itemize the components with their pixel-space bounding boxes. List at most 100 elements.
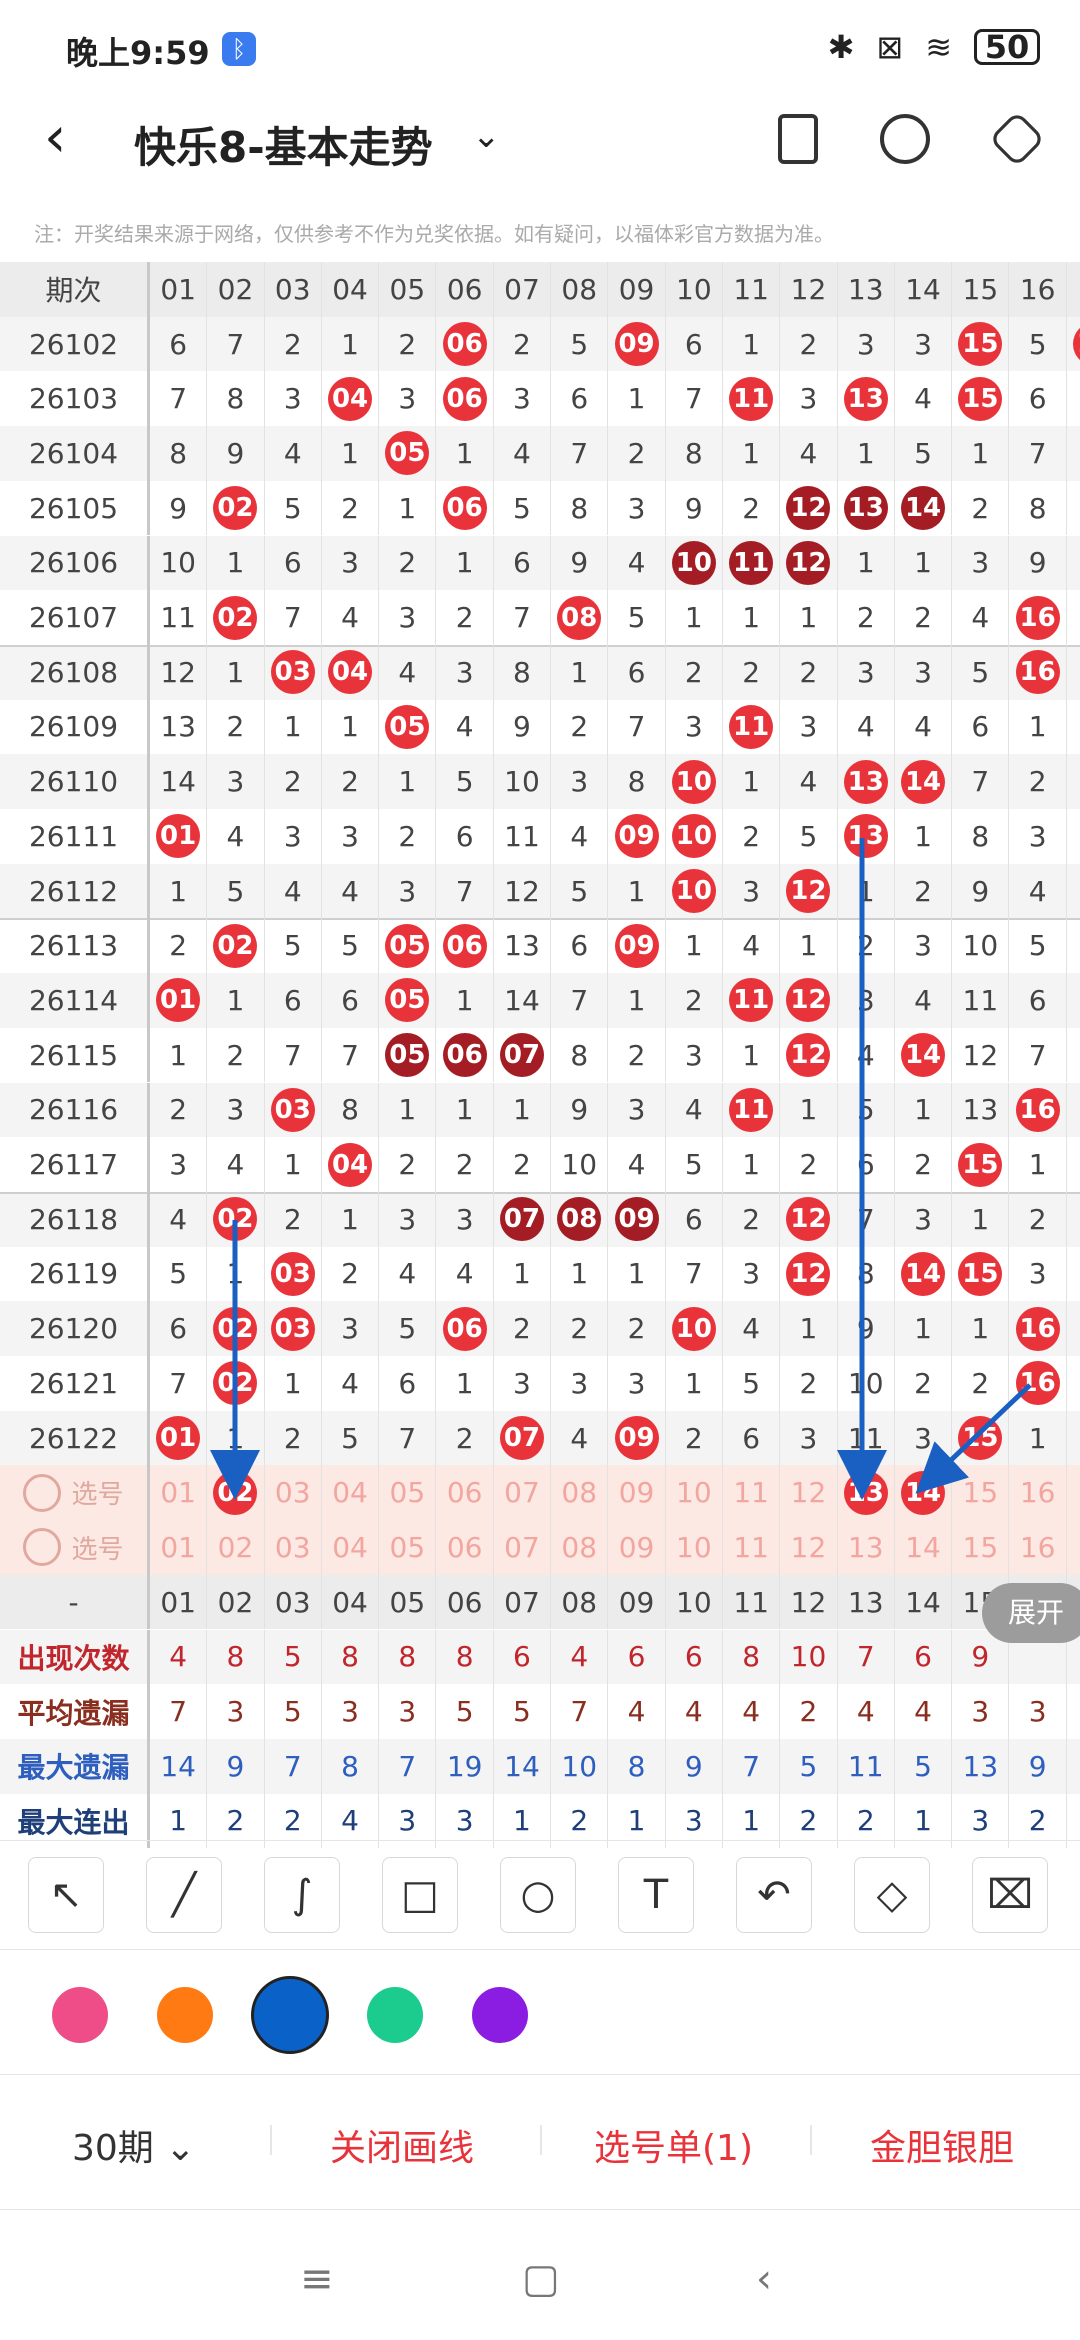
eraser-icon[interactable]: ◇ bbox=[854, 1857, 930, 1933]
table-cell: 8 bbox=[1010, 480, 1067, 536]
table-cell: 13 bbox=[838, 262, 895, 317]
color-swatch[interactable] bbox=[52, 1987, 108, 2043]
table-cell[interactable]: 15 bbox=[952, 1520, 1010, 1575]
select-label-cell[interactable]: 选号 bbox=[0, 1465, 150, 1521]
select-label-cell[interactable]: 选号 bbox=[0, 1520, 150, 1575]
chevron-down-icon[interactable]: ⌄ bbox=[472, 116, 501, 156]
table-cell[interactable]: 05 bbox=[379, 1465, 437, 1521]
table-cell: 6 bbox=[494, 535, 552, 591]
table-cell: 6 bbox=[608, 644, 666, 700]
table-cell: 4 bbox=[780, 426, 838, 481]
table-cell[interactable]: 11 bbox=[723, 1465, 781, 1521]
table-cell[interactable]: 13 bbox=[838, 1465, 895, 1521]
share-icon[interactable] bbox=[880, 114, 930, 164]
color-swatch[interactable] bbox=[157, 1987, 213, 2043]
table-cell: 2 bbox=[780, 316, 838, 372]
select-circle-icon[interactable] bbox=[23, 1528, 62, 1567]
table-cell[interactable]: 01 bbox=[150, 1520, 208, 1575]
undo-icon[interactable]: ↶ bbox=[736, 1857, 812, 1933]
line-tool-icon[interactable]: ╱ bbox=[146, 1857, 222, 1933]
expand-button[interactable]: 展开 bbox=[982, 1583, 1080, 1643]
table-cell: 11 bbox=[723, 1574, 781, 1630]
color-swatch[interactable] bbox=[251, 1976, 329, 2054]
settings-icon[interactable] bbox=[988, 110, 1046, 168]
table-cell[interactable]: 04 bbox=[322, 1465, 380, 1521]
table-cell: 9 bbox=[1010, 535, 1067, 591]
arrow-tool-icon[interactable]: ↖ bbox=[28, 1857, 104, 1933]
table-cell[interactable]: 14 bbox=[895, 1520, 953, 1575]
table-row: 26114 01 1 6 6 05 1 14 7 1 2 11 12 3 4 11 6 bbox=[0, 973, 1080, 1028]
table-cell[interactable]: 03 bbox=[265, 1520, 322, 1575]
table-cell: 6 bbox=[1010, 371, 1067, 427]
table-cell: 2 bbox=[207, 699, 265, 755]
table-cell[interactable]: 12 bbox=[780, 1465, 838, 1521]
clear-icon[interactable]: ⌧ bbox=[972, 1857, 1048, 1933]
table-cell[interactable]: 04 bbox=[322, 1520, 380, 1575]
gold-silver-button[interactable]: 金胆银胆 bbox=[870, 2119, 1014, 2171]
table-cell: 14 bbox=[895, 1027, 953, 1083]
close-lines-button[interactable]: 关闭画线 bbox=[330, 2119, 474, 2171]
curve-tool-icon[interactable]: ∫ bbox=[264, 1857, 340, 1933]
table-cell[interactable]: 09 bbox=[608, 1520, 666, 1575]
table-cell: 10 bbox=[666, 1574, 723, 1630]
table-cell[interactable]: 16 bbox=[1010, 1520, 1067, 1575]
drawing-toolbar: ↖ ╱ ∫ □ ○ T ↶ ◇ ⌧ bbox=[0, 1840, 1080, 1950]
table-cell: 4 bbox=[608, 1137, 666, 1192]
table-cell[interactable]: 13 bbox=[838, 1520, 895, 1575]
table-cell: 6 bbox=[666, 1629, 723, 1685]
period-header[interactable]: 期次 bbox=[0, 262, 150, 317]
table-cell[interactable]: 03 bbox=[265, 1465, 322, 1521]
period-select[interactable]: 30期 ⌄ bbox=[72, 2119, 195, 2171]
table-cell[interactable]: 07 bbox=[494, 1520, 552, 1575]
table-cell: 02 bbox=[207, 918, 265, 974]
color-swatch[interactable] bbox=[472, 1987, 528, 2043]
table-cell: 2 bbox=[666, 644, 723, 700]
table-cell: 4 bbox=[379, 1246, 437, 1302]
table-cell[interactable]: 09 bbox=[608, 1465, 666, 1521]
table-cell: 6 bbox=[265, 535, 322, 591]
table-cell: 8 bbox=[150, 426, 208, 481]
color-swatch[interactable] bbox=[367, 1987, 423, 2043]
table-cell: 3 bbox=[379, 590, 437, 645]
table-cell[interactable]: 15 bbox=[952, 1465, 1010, 1521]
table-cell: 5 bbox=[150, 1246, 208, 1302]
table-cell[interactable]: 11 bbox=[723, 1520, 781, 1575]
table-cell[interactable]: 16 bbox=[1010, 1465, 1067, 1521]
table-cell[interactable]: 02 bbox=[207, 1465, 265, 1521]
table-cell[interactable]: 06 bbox=[437, 1465, 494, 1521]
table-cell: 5 bbox=[207, 863, 265, 919]
table-cell: 15 bbox=[952, 1410, 1010, 1466]
number-ball: 02 bbox=[213, 923, 258, 968]
table-cell: 3 bbox=[838, 644, 895, 700]
table-cell: 9 bbox=[207, 1738, 265, 1794]
table-cell: 01 bbox=[150, 262, 208, 317]
menu-icon[interactable]: ≡ bbox=[300, 2256, 334, 2302]
page-title[interactable]: 快乐8-基本走势 bbox=[134, 114, 433, 175]
text-tool-icon[interactable]: T bbox=[618, 1857, 694, 1933]
table-cell[interactable]: 02 bbox=[207, 1520, 265, 1575]
back-icon[interactable]: ‹ bbox=[44, 106, 66, 170]
table-cell: 11 bbox=[723, 973, 781, 1028]
circle-tool-icon[interactable]: ○ bbox=[500, 1857, 576, 1933]
table-cell[interactable]: 01 bbox=[150, 1465, 208, 1521]
table-cell: 4 bbox=[551, 1410, 609, 1466]
rectangle-tool-icon[interactable]: □ bbox=[382, 1857, 458, 1933]
table-cell[interactable]: 08 bbox=[551, 1520, 609, 1575]
number-ball: 06 bbox=[442, 376, 487, 421]
table-cell[interactable]: 10 bbox=[666, 1465, 723, 1521]
pick-list-button[interactable]: 选号单(1) bbox=[594, 2119, 753, 2171]
table-cell[interactable]: 14 bbox=[895, 1465, 953, 1521]
back-nav-icon[interactable]: ‹ bbox=[756, 2256, 772, 2302]
table-cell[interactable]: 07 bbox=[494, 1465, 552, 1521]
table-cell: 2 bbox=[494, 316, 552, 372]
table-cell[interactable]: 06 bbox=[437, 1520, 494, 1575]
select-circle-icon[interactable] bbox=[23, 1473, 62, 1512]
table-cell[interactable]: 08 bbox=[551, 1465, 609, 1521]
table-cell: 12 bbox=[952, 1027, 1010, 1083]
table-cell[interactable]: 05 bbox=[379, 1520, 437, 1575]
table-cell bbox=[1067, 1192, 1080, 1247]
device-rotate-icon[interactable] bbox=[778, 114, 818, 164]
home-icon[interactable]: ▢ bbox=[522, 2256, 560, 2302]
table-cell[interactable]: 10 bbox=[666, 1520, 723, 1575]
table-cell[interactable]: 12 bbox=[780, 1520, 838, 1575]
